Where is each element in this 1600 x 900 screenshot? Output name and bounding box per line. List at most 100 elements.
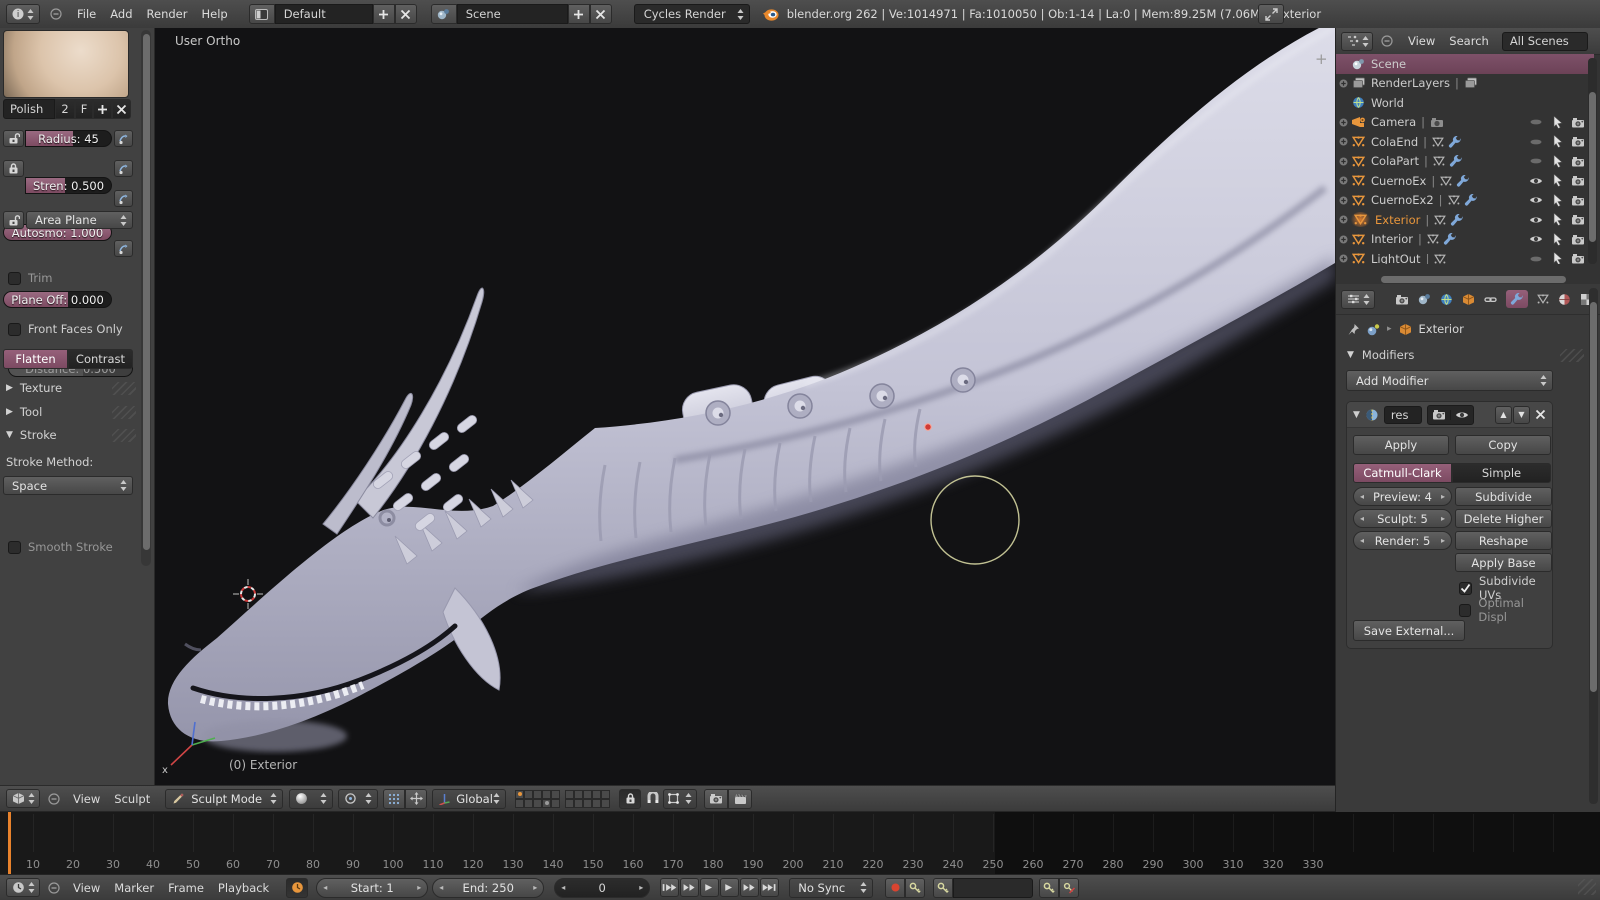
outliner-row-world[interactable]: World xyxy=(1336,93,1594,113)
layer-cell[interactable] xyxy=(574,798,584,808)
visibility-toggle[interactable] xyxy=(1529,195,1543,205)
current-frame-marker[interactable] xyxy=(8,812,11,874)
insert-keyframe-button[interactable] xyxy=(1039,877,1060,898)
subdivision-type-simple[interactable]: Simple xyxy=(1452,463,1551,483)
tab-object-data[interactable] xyxy=(1537,294,1549,304)
subdivide-uvs-checkbox[interactable] xyxy=(1459,581,1472,595)
tab-render[interactable] xyxy=(1395,294,1409,305)
scene-field[interactable]: Scene xyxy=(456,4,568,24)
radius-pressure-button[interactable] xyxy=(114,130,133,147)
expand-icon[interactable] xyxy=(1336,215,1350,224)
subdivision-type-catmull-clark[interactable]: Catmull-Clark xyxy=(1353,463,1452,483)
expand-icon[interactable] xyxy=(1336,254,1350,263)
stepper-left-icon[interactable]: ◂ xyxy=(323,883,327,892)
brush-users-button[interactable]: 2 xyxy=(55,99,75,119)
outliner-row-lightout[interactable]: LightOut | xyxy=(1336,249,1594,264)
flatten-toggle[interactable]: Flatten xyxy=(3,349,68,369)
delete-higher-button[interactable]: Delete Higher xyxy=(1455,509,1552,528)
viewport-shading-dropdown[interactable] xyxy=(289,788,334,809)
layer-cell[interactable] xyxy=(574,789,584,799)
add-modifier-dropdown[interactable]: Add Modifier xyxy=(1346,370,1553,391)
tab-constraints[interactable] xyxy=(1484,293,1497,306)
selectability-toggle[interactable] xyxy=(1552,232,1563,246)
expand-icon[interactable] xyxy=(1336,79,1350,88)
expand-icon[interactable] xyxy=(1336,235,1350,244)
renderability-toggle[interactable] xyxy=(1571,253,1585,264)
selectability-toggle[interactable] xyxy=(1552,173,1563,188)
play-button[interactable] xyxy=(720,878,740,897)
menu-file[interactable]: File xyxy=(70,7,103,21)
copy-button[interactable]: Copy xyxy=(1455,435,1551,455)
pivot-point-dropdown[interactable] xyxy=(338,788,379,809)
outliner-row-renderlayers[interactable]: RenderLayers | xyxy=(1336,74,1594,94)
stepper-right-icon[interactable]: ▸ xyxy=(417,883,421,892)
manipulator-toggle[interactable] xyxy=(383,788,406,809)
sculpt-level-stepper[interactable]: ◂ Sculpt: 5 ▸ xyxy=(1353,509,1452,528)
timeline-menu-frame[interactable]: Frame xyxy=(161,881,211,895)
resize-grip[interactable] xyxy=(1578,879,1596,895)
renderability-toggle[interactable] xyxy=(1571,195,1585,206)
screen-layout-icon[interactable] xyxy=(248,4,275,24)
visibility-toggle[interactable] xyxy=(1529,156,1543,166)
region-expand-icon[interactable]: + xyxy=(1315,50,1328,68)
timeline-ruler[interactable]: 10 20 30 40 50 60 70 80 90 100 110 120 130 140 150 160 1… xyxy=(0,812,1600,874)
layer-cell[interactable] xyxy=(542,789,552,799)
save-external-button[interactable]: Save External... xyxy=(1353,620,1465,641)
layer-cell[interactable] xyxy=(565,798,575,808)
brush-preview[interactable] xyxy=(3,30,129,98)
tool-shelf-scrollbar[interactable] xyxy=(141,30,151,566)
menu-add[interactable]: Add xyxy=(103,7,139,21)
scene-selector-icon[interactable] xyxy=(430,4,457,24)
renderability-toggle[interactable] xyxy=(1571,234,1585,245)
fullscreen-button[interactable] xyxy=(1258,4,1284,24)
layer-cell[interactable] xyxy=(592,798,602,808)
outliner-row-cuernoex[interactable]: CuernoEx | xyxy=(1336,171,1594,191)
modifier-name-field[interactable]: res xyxy=(1383,405,1422,424)
strength-pressure-button[interactable] xyxy=(114,160,133,177)
stepper-right-icon[interactable]: ▸ xyxy=(1441,492,1445,501)
selectability-toggle[interactable] xyxy=(1552,115,1563,129)
use-preview-range-toggle[interactable] xyxy=(286,877,309,898)
modifier-render-toggle[interactable] xyxy=(1428,409,1450,420)
layer-cell[interactable] xyxy=(533,798,543,808)
layer-cell[interactable] xyxy=(524,798,534,808)
layers-grid-2[interactable] xyxy=(565,789,611,808)
render-level-stepper[interactable]: ◂ Render: 5 ▸ xyxy=(1353,531,1452,550)
expand-icon[interactable] xyxy=(1336,176,1350,185)
modifier-move-down-button[interactable]: ▼ xyxy=(1513,405,1530,424)
editor-type-button[interactable] xyxy=(1341,31,1373,51)
outliner-menu-view[interactable]: View xyxy=(1401,34,1442,48)
tab-material[interactable] xyxy=(1558,293,1571,306)
mode-dropdown[interactable]: Sculpt Mode xyxy=(165,788,284,809)
stepper-right-icon[interactable]: ▸ xyxy=(533,883,537,892)
add-scene-button[interactable] xyxy=(567,4,590,24)
modifier-visibility-toggle[interactable] xyxy=(1449,409,1473,420)
visibility-toggle[interactable] xyxy=(1529,215,1543,225)
delete-layout-button[interactable] xyxy=(394,4,417,24)
subdivide-button[interactable]: Subdivide xyxy=(1455,487,1552,506)
stepper-left-icon[interactable]: ◂ xyxy=(561,883,565,892)
pin-icon[interactable] xyxy=(1347,323,1360,336)
outliner-row-interior[interactable]: Interior | xyxy=(1336,230,1594,250)
layer-cell[interactable] xyxy=(583,798,593,808)
sync-mode-dropdown[interactable]: No Sync xyxy=(789,877,874,898)
scrollbar-thumb[interactable] xyxy=(1589,92,1596,242)
layer-cell[interactable] xyxy=(533,789,543,799)
scrollbar-thumb[interactable] xyxy=(1381,275,1566,283)
panel-drag-grip[interactable] xyxy=(112,428,136,442)
layer-cell[interactable] xyxy=(515,798,525,808)
sculpt-plane-dropdown[interactable]: Area Plane xyxy=(26,211,133,229)
panel-drag-grip[interactable] xyxy=(1560,348,1584,362)
front-faces-checkbox[interactable] xyxy=(8,322,21,336)
tab-object[interactable] xyxy=(1462,293,1475,306)
front-faces-row[interactable]: Front Faces Only xyxy=(8,322,123,336)
tab-modifiers-active[interactable] xyxy=(1506,290,1528,308)
outliner-row-colaend[interactable]: ColaEnd | xyxy=(1336,132,1594,152)
layers-grid-1[interactable] xyxy=(515,789,561,808)
layer-cell[interactable] xyxy=(524,789,534,799)
expand-icon[interactable] xyxy=(1336,137,1350,146)
layer-cell[interactable] xyxy=(601,798,611,808)
unlink-brush-button[interactable] xyxy=(112,99,131,119)
outliner-row-cuernoex2[interactable]: CuernoEx2 | xyxy=(1336,191,1594,211)
layer-cell[interactable] xyxy=(592,789,602,799)
